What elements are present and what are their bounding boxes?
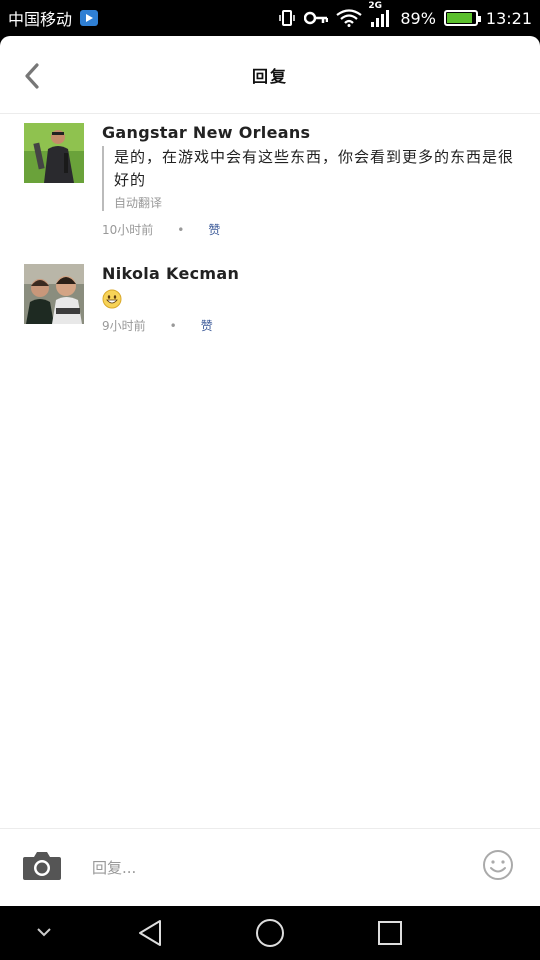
wifi-icon bbox=[336, 9, 362, 27]
system-nav-bar bbox=[0, 906, 540, 960]
replies-screen: 回复 Gangstar New Orleans 是的，在游戏中会有这些东西，你会… bbox=[0, 36, 540, 906]
comment-meta: 10小时前 • 赞 bbox=[102, 221, 516, 238]
key-icon bbox=[304, 11, 329, 25]
status-icons: 2G 89% 13:21 bbox=[278, 1, 532, 28]
circle-home-icon bbox=[256, 919, 284, 947]
camera-icon bbox=[23, 852, 61, 880]
reply-composer: 回复... bbox=[0, 828, 540, 906]
back-nav-button[interactable] bbox=[134, 918, 166, 948]
like-button[interactable]: 赞 bbox=[201, 317, 213, 334]
page-title: 回复 bbox=[251, 66, 288, 86]
camera-button[interactable] bbox=[22, 849, 62, 885]
meta-separator: • bbox=[169, 318, 177, 333]
like-button[interactable]: 赞 bbox=[208, 221, 220, 238]
hide-nav-button[interactable] bbox=[34, 924, 54, 940]
comment-text: 是的，在游戏中会有这些东西，你会看到更多的东西是很好的 bbox=[114, 148, 515, 189]
clock: 13:21 bbox=[485, 8, 532, 28]
comment-item: Nikola Kecman 9小时前 • 赞 bbox=[24, 264, 516, 334]
grinning-face-icon bbox=[102, 289, 122, 309]
emoji-button[interactable] bbox=[482, 849, 514, 885]
smiley-icon bbox=[483, 850, 513, 880]
auto-translate-label[interactable]: 自动翻译 bbox=[114, 194, 516, 211]
avatar[interactable] bbox=[24, 264, 84, 324]
carrier-group: 中国移动 bbox=[8, 6, 99, 30]
chevron-left-icon bbox=[25, 63, 39, 89]
comment-time: 10小时前 bbox=[102, 223, 154, 237]
comment-body: Nikola Kecman 9小时前 • 赞 bbox=[102, 264, 516, 334]
comment-meta: 9小时前 • 赞 bbox=[102, 317, 516, 334]
battery-percent: 89% bbox=[400, 8, 436, 28]
comment-item: Gangstar New Orleans 是的，在游戏中会有这些东西，你会看到更… bbox=[24, 123, 516, 238]
signal-icon: 2G bbox=[368, 1, 392, 27]
comment-time: 9小时前 bbox=[102, 319, 146, 333]
recents-nav-button[interactable] bbox=[374, 918, 406, 948]
meta-separator: • bbox=[177, 222, 185, 237]
reply-input[interactable]: 回复... bbox=[92, 857, 136, 878]
header: 回复 bbox=[0, 36, 540, 114]
carrier-name: 中国移动 bbox=[8, 10, 73, 29]
network-type: 2G bbox=[368, 1, 382, 11]
square-recents-icon bbox=[378, 921, 402, 945]
battery-icon bbox=[443, 10, 481, 26]
home-nav-button[interactable] bbox=[254, 918, 286, 948]
status-bar: 中国移动 2G 89% 13:21 bbox=[0, 0, 540, 36]
back-button[interactable] bbox=[20, 62, 44, 90]
play-store-icon bbox=[80, 10, 99, 26]
chevron-down-icon bbox=[37, 928, 51, 937]
translated-block: 是的，在游戏中会有这些东西，你会看到更多的东西是很好的 自动翻译 bbox=[102, 146, 516, 211]
avatar[interactable] bbox=[24, 123, 84, 183]
vibrate-icon bbox=[278, 9, 296, 27]
battery-fill bbox=[446, 13, 472, 23]
comment-author[interactable]: Gangstar New Orleans bbox=[102, 123, 516, 142]
triangle-back-icon bbox=[139, 920, 161, 946]
comment-body: Gangstar New Orleans 是的，在游戏中会有这些东西，你会看到更… bbox=[102, 123, 516, 238]
comment-author[interactable]: Nikola Kecman bbox=[102, 264, 516, 283]
